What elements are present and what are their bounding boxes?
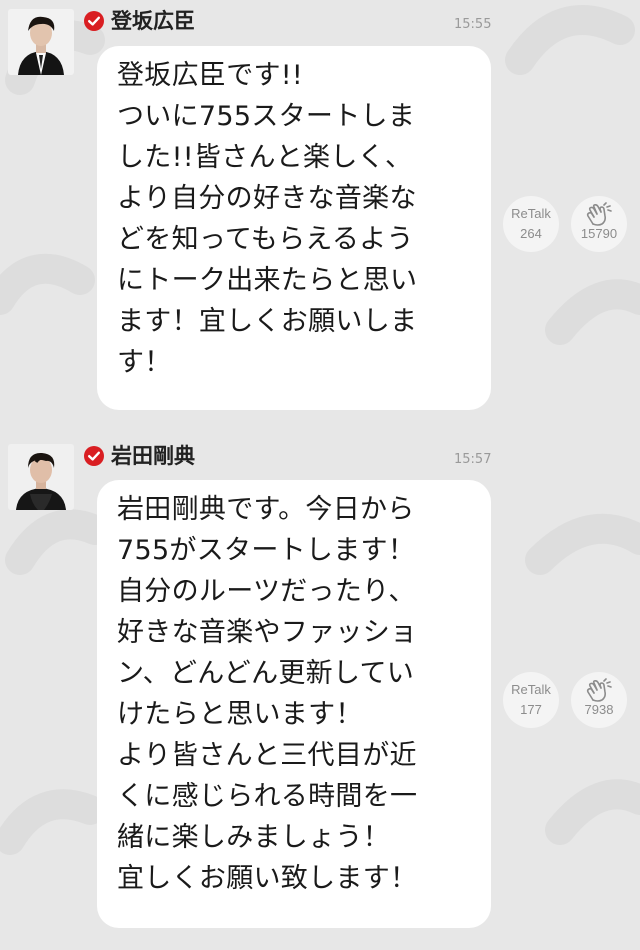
clap-icon (586, 202, 612, 226)
retalk-button[interactable]: ReTalk 264 (503, 196, 559, 252)
clap-icon (586, 678, 612, 702)
retalk-button[interactable]: ReTalk 177 (503, 672, 559, 728)
avatar[interactable] (8, 444, 74, 510)
author-name[interactable]: 岩田剛典 (111, 441, 195, 471)
message-bubble: 岩田剛典です。今日から 755がスタートします！ 自分のルーツだったり、 好きな… (97, 480, 491, 928)
clap-count: 15790 (580, 226, 618, 241)
clap-count: 7938 (584, 702, 614, 717)
retalk-count: 264 (520, 226, 542, 241)
clap-button[interactable]: 15790 (571, 196, 627, 252)
retalk-label: ReTalk (511, 206, 551, 221)
retalk-count: 177 (520, 702, 542, 717)
verified-check-icon (84, 446, 104, 466)
post-timestamp: 15:57 (454, 452, 492, 467)
message-bubble: 登坂広臣です!! ついに755スタートしま した!!皆さんと楽しく、 より自分の… (97, 46, 491, 410)
retalk-label: ReTalk (511, 682, 551, 697)
clap-button[interactable]: 7938 (571, 672, 627, 728)
avatar[interactable] (8, 9, 74, 75)
verified-check-icon (84, 11, 104, 31)
author-name[interactable]: 登坂広臣 (111, 6, 195, 36)
post-timestamp: 15:55 (454, 17, 492, 32)
